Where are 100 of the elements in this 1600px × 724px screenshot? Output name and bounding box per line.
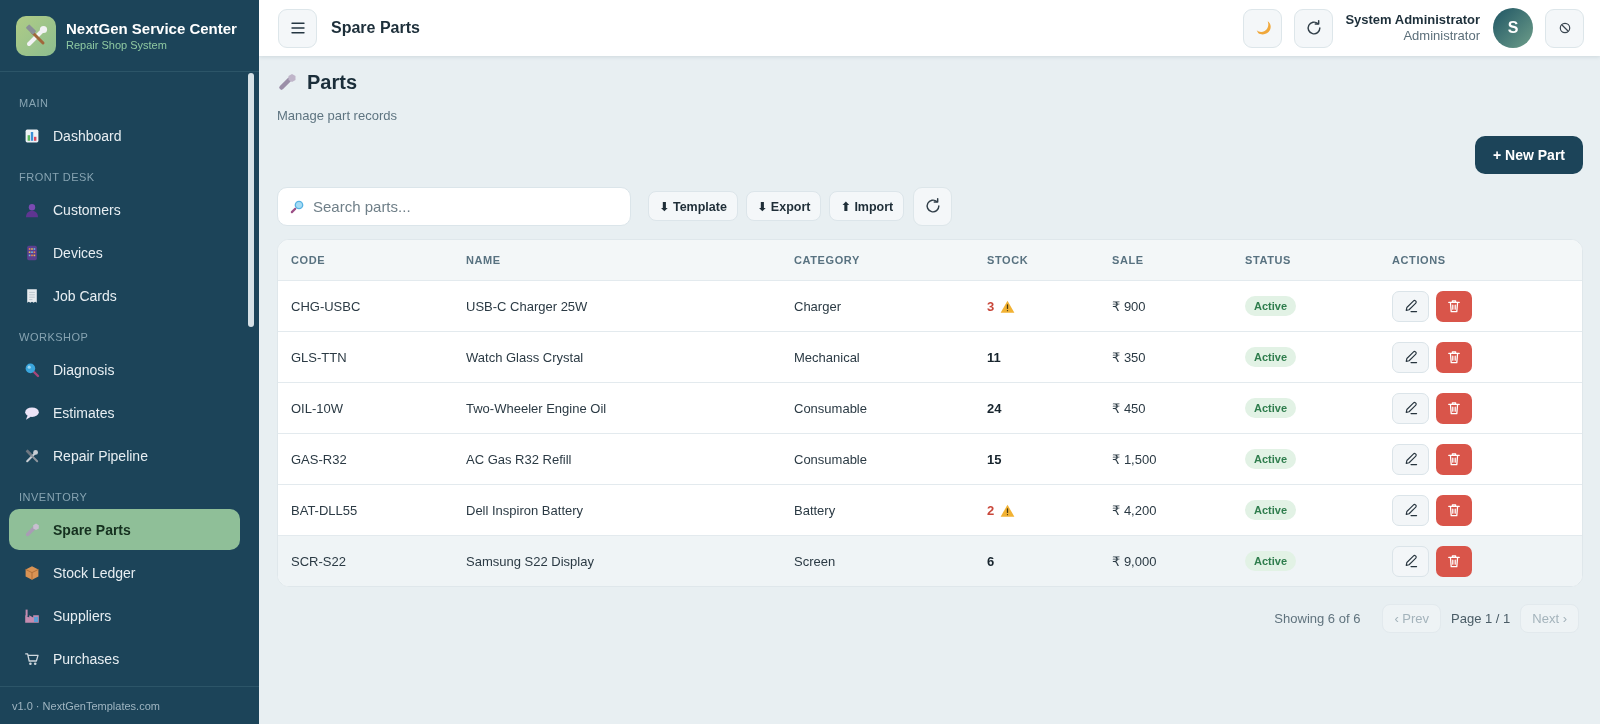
delete-button[interactable]: [1436, 443, 1472, 475]
speech-bubble-icon: [24, 404, 40, 421]
sidebar-item[interactable]: Diagnosis: [9, 349, 240, 390]
table-row[interactable]: OIL-10W Two-Wheeler Engine Oil Consumable 24 ₹ 450 Active: [278, 382, 1582, 434]
table-row[interactable]: BAT-DLL55 Dell Inspiron Battery Battery 2 ₹ 4,200 Active: [278, 484, 1582, 536]
search-icon: [290, 198, 305, 214]
status-badge: Active: [1245, 398, 1297, 418]
menu-icon: [290, 22, 305, 34]
status-badge: Active: [1245, 449, 1297, 469]
trash-icon: [1446, 553, 1462, 569]
factory-icon: [24, 607, 40, 624]
refresh-icon: [1304, 19, 1323, 37]
tools-logo-icon: [16, 15, 56, 56]
magnifier-icon: [24, 361, 40, 378]
table-cell: ₹ 350: [1112, 349, 1146, 365]
edit-button[interactable]: [1392, 341, 1429, 373]
table-cell: Watch Glass Crystal: [466, 349, 584, 365]
edit-button[interactable]: [1392, 494, 1429, 526]
sidebar-item[interactable]: Job Cards: [9, 275, 240, 316]
delete-button[interactable]: [1436, 341, 1472, 373]
column-header: SALE: [1112, 254, 1144, 266]
status-badge: Active: [1245, 296, 1297, 316]
search-field[interactable]: Search parts...: [277, 186, 631, 226]
page-subtitle: Manage part records: [277, 107, 397, 125]
sidebar-section-label: WORKSHOP: [18, 330, 90, 344]
person-icon: [24, 201, 40, 218]
user-avatar[interactable]: S: [1493, 8, 1533, 48]
nut-bolt-icon: [277, 72, 297, 92]
toolbar-button[interactable]: ⬆ Import: [829, 191, 905, 221]
table-cell: OIL-10W: [291, 400, 343, 416]
edit-button[interactable]: [1392, 290, 1429, 322]
delete-button[interactable]: [1436, 290, 1472, 322]
sidebar-item[interactable]: Repair Pipeline: [9, 435, 240, 476]
pagination-summary: Showing 6 of 6: [1274, 611, 1361, 626]
table-cell: ₹ 450: [1112, 400, 1146, 416]
table-cell: ₹ 9,000: [1112, 553, 1157, 569]
scrollbar-thumb[interactable]: [248, 73, 254, 327]
circle-slash-icon: [1558, 22, 1571, 34]
table-cell: ₹ 900: [1112, 298, 1146, 314]
table-cell: USB-C Charger 25W: [466, 298, 588, 314]
trash-icon: [1446, 451, 1462, 467]
table-cell: CHG-USBC: [291, 298, 361, 314]
column-header: CATEGORY: [794, 254, 860, 266]
sidebar-section-label: INVENTORY: [18, 490, 89, 504]
table-cell: ₹ 4,200: [1112, 502, 1157, 518]
table-cell: Mechanical: [794, 349, 860, 365]
stock-count: 2: [987, 502, 995, 518]
trash-icon: [1446, 298, 1462, 314]
warning-icon: [1000, 299, 1016, 313]
brand-title: NextGen Service Center: [66, 19, 237, 38]
edit-button[interactable]: [1392, 392, 1429, 424]
toolbar-button[interactable]: ⬇ Template: [648, 191, 738, 221]
topbar-title: Spare Parts: [331, 19, 420, 37]
user-name: System Administrator: [1345, 12, 1480, 28]
refresh-button[interactable]: [1294, 8, 1334, 48]
toolbar-button[interactable]: ⬇ Export: [745, 191, 822, 221]
new-part-button[interactable]: + New Part: [1475, 136, 1583, 174]
edit-button[interactable]: [1392, 443, 1429, 475]
table-cell: Screen: [794, 553, 836, 569]
table-row[interactable]: SCR-S22 Samsung S22 Display Screen 6 ₹ 9,000 Active: [278, 535, 1582, 586]
sidebar-item[interactable]: Estimates: [9, 392, 240, 433]
sidebar-item[interactable]: Purchases: [9, 638, 240, 679]
cart-icon: [24, 650, 40, 667]
status-badge: Active: [1245, 551, 1297, 571]
table-row[interactable]: CHG-USBC USB-C Charger 25W Charger 3 ₹ 900 Active: [278, 280, 1582, 332]
tools-icon: [24, 447, 40, 464]
refresh-icon: [923, 197, 942, 215]
refresh-button[interactable]: [913, 186, 953, 226]
table-cell: Dell Inspiron Battery: [466, 502, 584, 518]
menu-button[interactable]: [278, 8, 317, 48]
sidebar-item[interactable]: Customers: [9, 189, 240, 230]
column-header: CODE: [291, 254, 326, 266]
delete-button[interactable]: [1436, 392, 1472, 424]
sidebar-item[interactable]: Devices: [9, 232, 240, 273]
table-cell: GAS-R32: [291, 451, 347, 467]
delete-button[interactable]: [1436, 545, 1472, 577]
table-cell: Consumable: [794, 400, 867, 416]
table-cell: Charger: [794, 298, 841, 314]
sidebar-item[interactable]: Dashboard: [9, 115, 240, 156]
icon-button[interactable]: [1545, 8, 1584, 48]
page-indicator: Page 1 / 1: [1451, 611, 1511, 626]
theme-toggle-button[interactable]: [1243, 8, 1283, 48]
table-cell: Battery: [794, 502, 836, 518]
warning-icon: [1000, 503, 1016, 517]
sidebar-item[interactable]: Suppliers: [9, 595, 240, 636]
page-title: Parts: [307, 70, 358, 94]
stock-count: 24: [987, 400, 1002, 416]
sidebar-item[interactable]: Spare Parts: [9, 509, 240, 550]
table-row[interactable]: GLS-TTN Watch Glass Crystal Mechanical 11 ₹ 350 Active: [278, 331, 1582, 383]
abacus-icon: [24, 244, 40, 261]
trash-icon: [1446, 502, 1462, 518]
sidebar-item[interactable]: Stock Ledger: [9, 552, 240, 593]
column-header: STATUS: [1245, 254, 1291, 266]
stock-count: 11: [987, 349, 1001, 365]
table-row[interactable]: GAS-R32 AC Gas R32 Refill Consumable 15 ₹ 1,500 Active: [278, 433, 1582, 485]
user-role: Administrator: [1402, 28, 1480, 44]
bar-chart-icon: [24, 127, 40, 144]
column-header: ACTIONS: [1392, 254, 1446, 266]
delete-button[interactable]: [1436, 494, 1472, 526]
edit-button[interactable]: [1392, 545, 1429, 577]
